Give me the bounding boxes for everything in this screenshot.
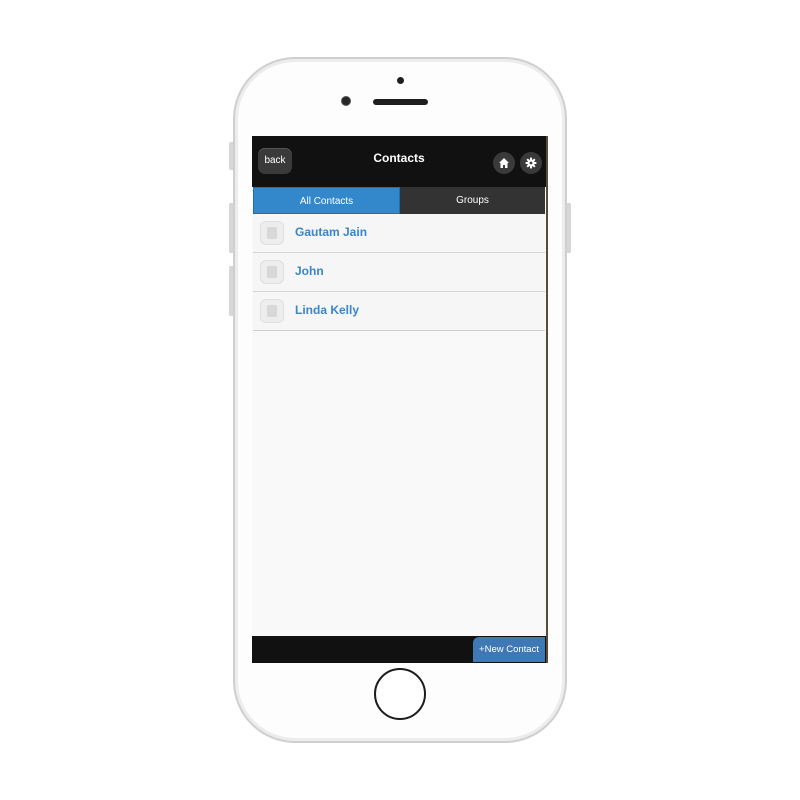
phone-screen: back Contacts All Contacts Groups Gautam… [252, 136, 548, 663]
tab-bar: All Contacts Groups [253, 187, 545, 214]
earpiece-speaker [373, 99, 428, 105]
avatar [260, 260, 284, 284]
gear-icon [525, 157, 537, 169]
contact-name: Linda Kelly [295, 303, 360, 317]
stage: back Contacts All Contacts Groups Gautam… [0, 0, 800, 800]
contact-item-linda-kelly[interactable]: Linda Kelly [253, 291, 545, 330]
home-button[interactable] [493, 152, 515, 174]
contact-name: John [295, 264, 324, 278]
front-camera [341, 96, 351, 106]
avatar [260, 221, 284, 245]
settings-button[interactable] [520, 152, 542, 174]
home-icon [499, 158, 509, 168]
contact-item-john[interactable]: John [253, 252, 545, 291]
proximity-sensor [397, 77, 404, 84]
tab-all-contacts[interactable]: All Contacts [253, 187, 400, 214]
app-footer: +New Contact [252, 636, 546, 663]
avatar [260, 299, 284, 323]
contact-name: Gautam Jain [295, 225, 368, 239]
new-contact-button[interactable]: +New Contact [473, 637, 545, 662]
tab-groups[interactable]: Groups [400, 187, 545, 214]
contact-item-gautam-jain[interactable]: Gautam Jain [253, 214, 545, 252]
contact-list: Gautam Jain John Linda Kelly [253, 214, 545, 331]
app-header: back Contacts [252, 136, 546, 187]
phone-home-button[interactable] [374, 668, 426, 720]
